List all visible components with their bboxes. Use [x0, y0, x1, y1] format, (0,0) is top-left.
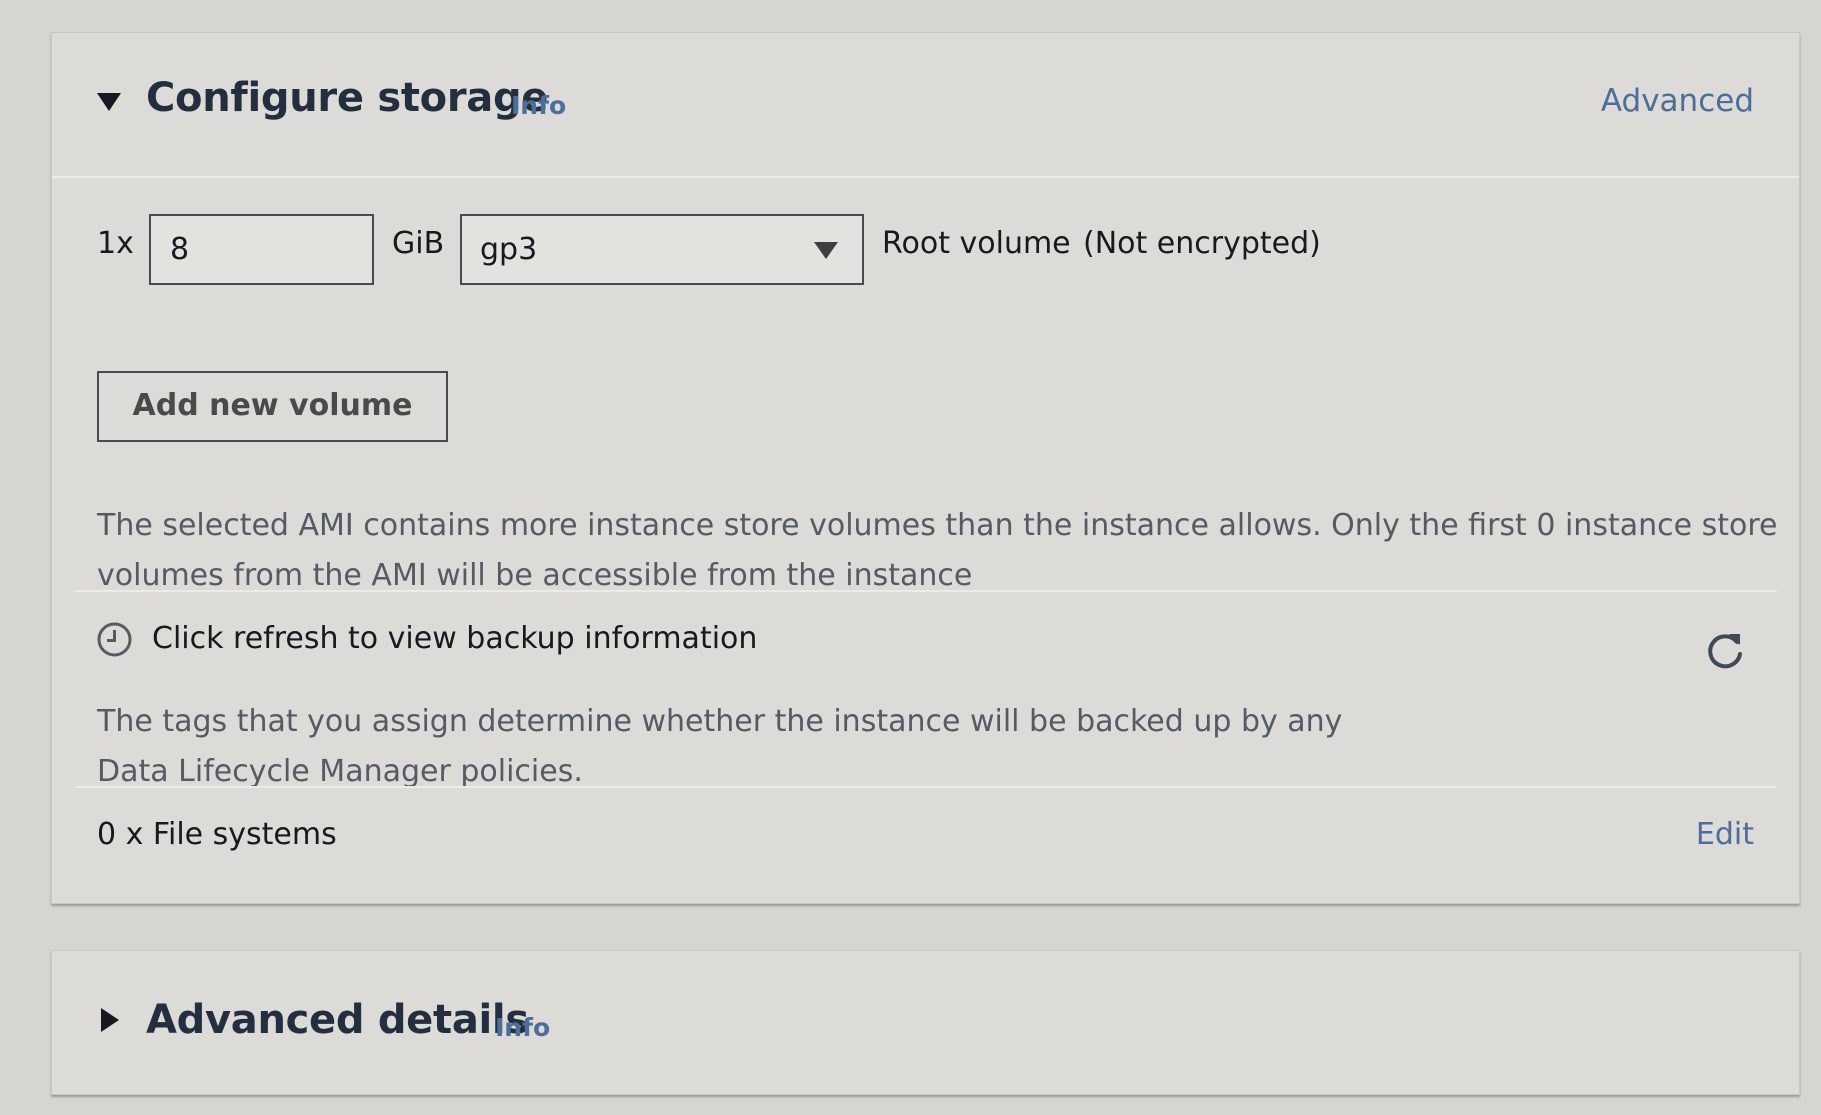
ami-volume-message: The selected AMI contains more instance …	[97, 501, 1778, 601]
backup-description-line: The tags that you assign determine wheth…	[97, 704, 1343, 739]
volume-type-select[interactable]: gp3	[460, 214, 864, 285]
encryption-status-label: (Not encrypted)	[1083, 226, 1321, 261]
root-volume-label: Root volume	[882, 226, 1071, 261]
advanced-details-title: Advanced details	[146, 997, 529, 1043]
configure-storage-title: Configure storage	[146, 75, 549, 121]
volume-count-label: 1x	[97, 226, 134, 261]
divider	[75, 590, 1777, 592]
ami-message-line: The selected AMI contains more instance …	[97, 508, 1778, 543]
advanced-details-info-link[interactable]: Info	[495, 1013, 550, 1042]
configure-storage-panel: Configure storage Info Advanced 1x 8 GiB…	[51, 32, 1800, 904]
volume-unit-label: GiB	[392, 226, 445, 261]
ami-message-line: volumes from the AMI will be accessible …	[97, 558, 973, 593]
dropdown-caret-icon	[814, 242, 838, 259]
configure-storage-info-link[interactable]: Info	[511, 91, 566, 120]
caret-down-icon[interactable]	[97, 93, 121, 111]
backup-description-line: Data Lifecycle Manager policies.	[97, 754, 583, 789]
volume-type-value: gp3	[480, 232, 538, 267]
clock-icon	[97, 622, 132, 657]
configure-storage-header[interactable]: Configure storage Info Advanced	[52, 33, 1799, 178]
backup-info-title: Click refresh to view backup information	[152, 621, 758, 656]
backup-info-description: The tags that you assign determine wheth…	[97, 697, 1342, 797]
advanced-details-header[interactable]: Advanced details Info	[52, 951, 1799, 1094]
add-new-volume-button[interactable]: Add new volume	[97, 371, 448, 442]
advanced-details-panel: Advanced details Info	[51, 950, 1800, 1095]
volume-size-input[interactable]: 8	[149, 214, 374, 285]
file-systems-label: 0 x File systems	[97, 817, 337, 852]
file-systems-edit-link[interactable]: Edit	[1696, 817, 1754, 852]
refresh-icon[interactable]	[1702, 629, 1748, 675]
advanced-link[interactable]: Advanced	[1601, 83, 1754, 119]
divider	[75, 786, 1777, 788]
caret-right-icon[interactable]	[101, 1008, 119, 1032]
